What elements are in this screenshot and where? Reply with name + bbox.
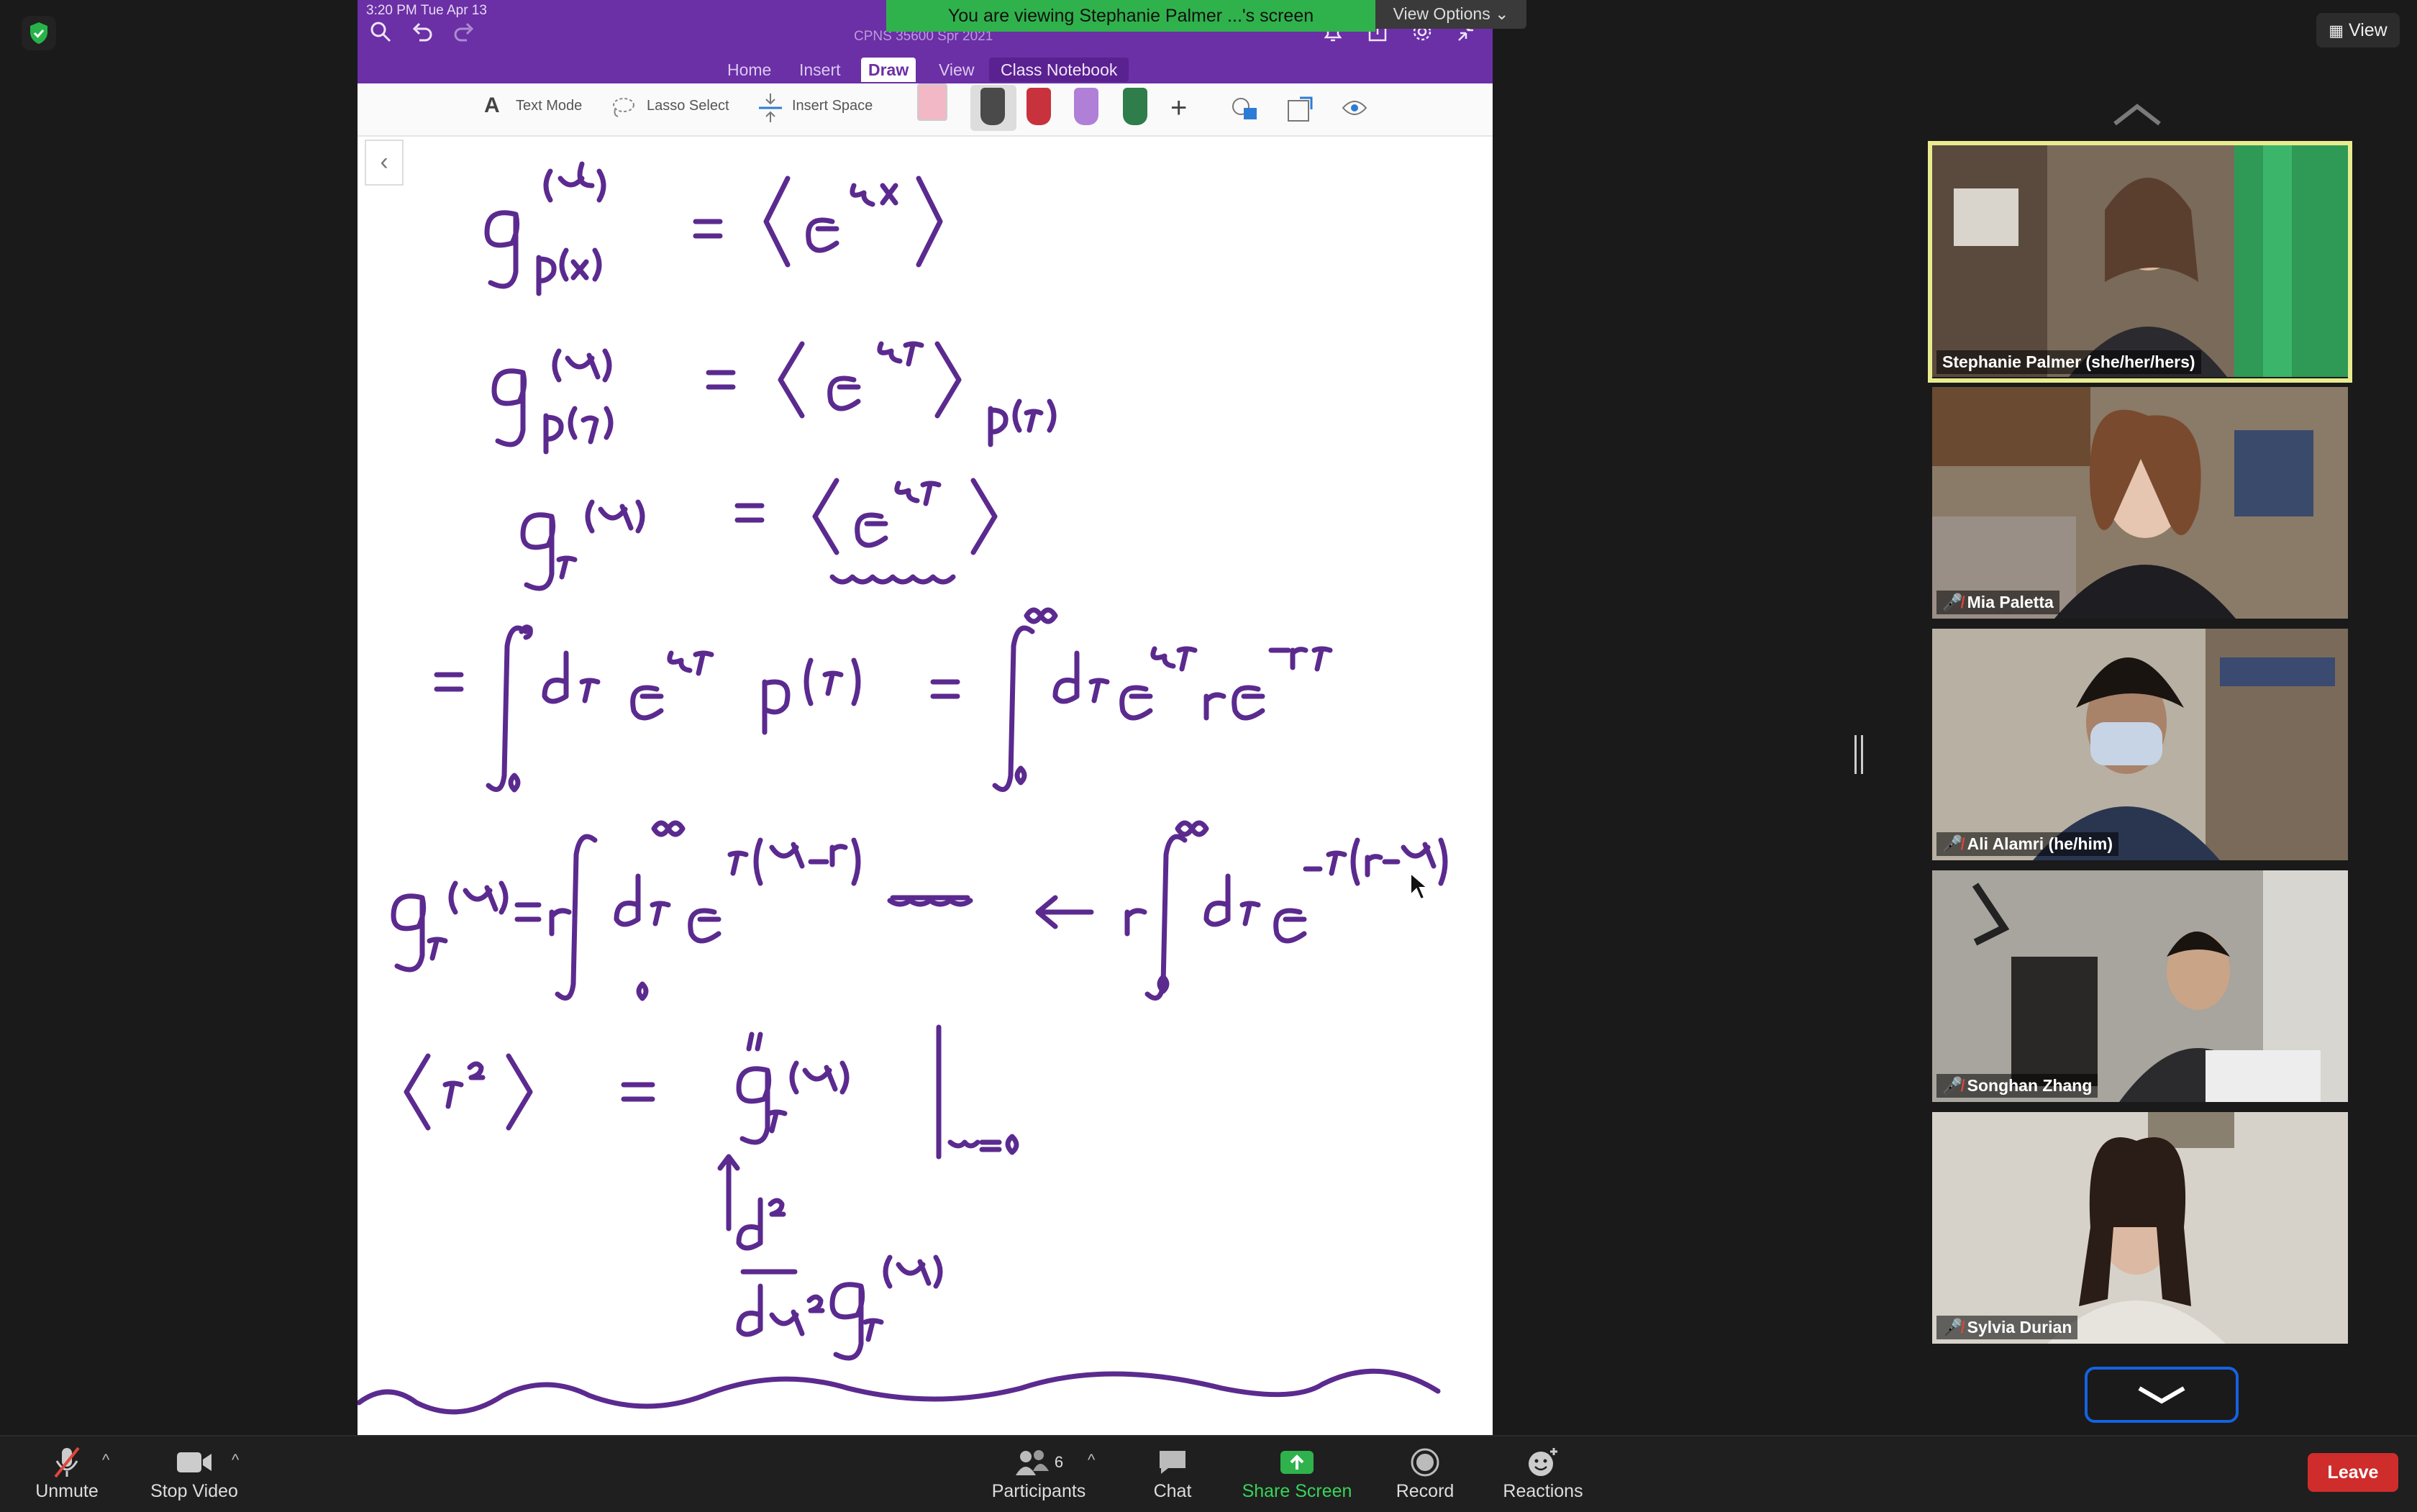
ink-replay-icon[interactable]	[1340, 95, 1369, 124]
equation-1	[484, 161, 943, 296]
insert-space-icon	[757, 92, 783, 127]
participants-icon: 6	[988, 1444, 1089, 1481]
squiggle-underline	[358, 1368, 1441, 1415]
eraser-icon[interactable]	[917, 83, 947, 121]
leave-button[interactable]: Leave	[2308, 1453, 2398, 1492]
text-mode-button[interactable]: Text Mode	[516, 98, 582, 114]
status-time: 3:20 PM Tue Apr 13	[366, 3, 487, 18]
chat-label: Chat	[1153, 1481, 1192, 1501]
grid-icon: ▦	[2329, 22, 2344, 40]
insert-space-button[interactable]: Insert Space	[792, 98, 873, 114]
shared-screen: 3:20 PM Tue Apr 13 CPNS 35600 Spr 2021 H…	[358, 0, 1493, 1435]
video-tile[interactable]: 🎤̸ Songhan Zhang	[1932, 870, 2348, 1102]
participant-name: Songhan Zhang	[1967, 1076, 2093, 1095]
tab-home[interactable]: Home	[727, 58, 771, 82]
video-tile-active-speaker[interactable]: Stephanie Palmer (she/her/hers)	[1928, 141, 2352, 383]
shapes-icon[interactable]	[1231, 96, 1260, 126]
tab-view[interactable]: View	[939, 58, 974, 82]
view-options-label: View Options	[1393, 4, 1490, 23]
lasso-select-button[interactable]: Lasso Select	[647, 98, 729, 114]
security-shield-icon[interactable]	[22, 16, 56, 50]
share-screen-label: Share Screen	[1242, 1481, 1352, 1501]
record-label: Record	[1396, 1481, 1455, 1501]
pen-black-icon[interactable]	[980, 88, 1005, 125]
muted-mic-icon: 🎤̸	[1942, 593, 1963, 611]
equation-2	[491, 341, 1057, 455]
chat-icon	[1137, 1444, 1208, 1481]
participant-video-icon	[1932, 145, 2348, 377]
participant-video-icon	[1932, 629, 2348, 860]
pen-red-icon[interactable]	[1027, 88, 1051, 125]
view-layout-button[interactable]: ▦ View	[2316, 13, 2400, 47]
reactions-label: Reactions	[1503, 1481, 1583, 1501]
participant-video-icon	[1932, 387, 2348, 619]
meeting-controls-bar: Unmute ^ Stop Video ^ 6 Participants ^ C…	[0, 1435, 2417, 1512]
participants-button[interactable]: 6 Participants	[988, 1444, 1089, 1502]
mouse-cursor-icon	[1409, 871, 1429, 904]
muted-mic-icon	[27, 1444, 106, 1481]
video-options-caret-icon[interactable]: ^	[232, 1451, 239, 1470]
participants-count: 6	[1054, 1453, 1064, 1471]
participant-video-icon	[1932, 1112, 2348, 1344]
participant-name: Stephanie Palmer (she/her/hers)	[1936, 350, 2201, 374]
tab-insert[interactable]: Insert	[799, 58, 841, 82]
redo-icon[interactable]	[451, 20, 477, 46]
record-icon	[1385, 1444, 1465, 1481]
record-button[interactable]: Record	[1385, 1444, 1465, 1502]
highlighter-purple-icon[interactable]	[1074, 88, 1098, 125]
ribbon-tabs: Home Insert Draw View Class Notebook	[358, 56, 1493, 83]
resize-divider-handle[interactable]	[1854, 735, 1863, 774]
ink-to-shape-icon[interactable]	[1285, 95, 1314, 127]
video-tile[interactable]: 🎤̸ Ali Alamri (he/him)	[1932, 629, 2348, 860]
stop-video-label: Stop Video	[150, 1481, 238, 1501]
participant-name: Mia Paletta	[1967, 593, 2054, 611]
unmute-label: Unmute	[35, 1481, 99, 1501]
stop-video-button[interactable]: Stop Video	[144, 1444, 245, 1502]
video-tile[interactable]: 🎤̸ Sylvia Durian	[1932, 1112, 2348, 1344]
share-screen-icon	[1236, 1444, 1358, 1481]
participant-name: Ali Alamri (he/him)	[1967, 834, 2113, 853]
scroll-up-chevron-icon[interactable]	[2108, 101, 2167, 129]
participant-name-label: 🎤̸ Ali Alamri (he/him)	[1936, 832, 2118, 856]
participant-name: Sylvia Durian	[1967, 1318, 2072, 1336]
tab-draw[interactable]: Draw	[861, 58, 916, 82]
smiley-icon	[1496, 1444, 1590, 1481]
reactions-button[interactable]: Reactions	[1496, 1444, 1590, 1502]
participant-video-icon	[1932, 870, 2348, 1102]
draw-toolbar: A Text Mode Lasso Select Insert Space +	[358, 83, 1493, 137]
participants-label: Participants	[991, 1481, 1086, 1501]
audio-options-caret-icon[interactable]: ^	[102, 1451, 109, 1470]
chevron-down-icon	[2138, 1386, 2185, 1404]
search-icon[interactable]	[368, 20, 393, 46]
unmute-button[interactable]: Unmute	[27, 1444, 106, 1502]
share-screen-button[interactable]: Share Screen	[1236, 1444, 1358, 1502]
participants-caret-icon[interactable]: ^	[1088, 1451, 1095, 1470]
view-layout-label: View	[2349, 20, 2388, 40]
pen-green-icon[interactable]	[1123, 88, 1147, 125]
text-mode-icon: A	[484, 94, 500, 117]
participant-name-label: 🎤̸ Mia Paletta	[1936, 591, 2059, 614]
equation-5	[391, 820, 1448, 1001]
lasso-icon	[611, 96, 635, 122]
add-pen-icon[interactable]: +	[1170, 92, 1187, 124]
scroll-down-button[interactable]	[2085, 1367, 2239, 1423]
muted-mic-icon: 🎤̸	[1942, 1318, 1963, 1336]
tab-class-notebook[interactable]: Class Notebook	[989, 58, 1129, 82]
chat-button[interactable]: Chat	[1137, 1444, 1208, 1502]
muted-mic-icon: 🎤̸	[1942, 834, 1963, 853]
viewing-screen-banner: You are viewing Stephanie Palmer ...'s s…	[886, 0, 1375, 32]
muted-mic-icon: 🎤̸	[1942, 1076, 1963, 1095]
equation-3	[520, 478, 998, 591]
undo-icon[interactable]	[409, 20, 435, 46]
view-options-dropdown[interactable]: View Options ⌄	[1375, 0, 1526, 29]
participant-name-label: 🎤̸ Sylvia Durian	[1936, 1316, 2078, 1339]
video-tile[interactable]: 🎤̸ Mia Paletta	[1932, 387, 2348, 619]
equation-6	[404, 1024, 1019, 1361]
participant-name-label: 🎤̸ Songhan Zhang	[1936, 1074, 2098, 1098]
chevron-down-icon: ⌄	[1495, 4, 1509, 23]
handwritten-notes-canvas	[358, 161, 1448, 1415]
video-camera-icon	[144, 1444, 245, 1481]
equation-4	[434, 607, 1333, 793]
